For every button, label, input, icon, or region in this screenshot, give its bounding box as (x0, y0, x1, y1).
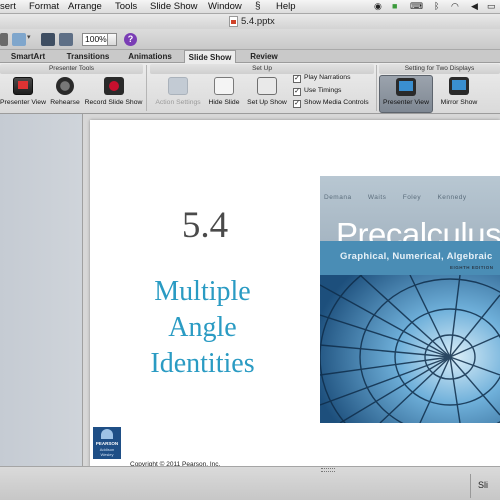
hide-slide-button[interactable]: Hide Slide (206, 77, 242, 106)
standard-toolbar (0, 29, 500, 50)
cover-author: Kennedy (437, 194, 467, 201)
menu-format[interactable]: Format (29, 1, 59, 12)
pptx-file-icon (229, 16, 238, 27)
slide-section-number[interactable]: 5.4 (178, 204, 232, 247)
group-two-displays-title: Setting for Two Displays (379, 64, 500, 74)
chevron-down-icon[interactable]: ▾ (27, 33, 35, 46)
group-divider (376, 65, 377, 111)
cover-authors: Demana Waits Foley Kennedy (320, 194, 500, 201)
save-icon[interactable] (41, 33, 55, 46)
rehearse-label: Rehearse (50, 99, 80, 106)
menu-bar: sert Format Arrange Tools Slide Show Win… (0, 0, 500, 14)
sound-icon[interactable]: ◀ (471, 1, 478, 12)
print-icon[interactable] (59, 33, 73, 46)
use-timings-checkbox[interactable]: ✓ Use Timings (293, 87, 341, 96)
slide-thumbnail-pane[interactable] (0, 114, 83, 466)
tab-smartart[interactable]: SmartArt (8, 50, 48, 63)
set-up-show-button[interactable]: Set Up Show (244, 77, 290, 106)
window-title-bar: 5.4.pptx (0, 14, 500, 29)
logo-mark (101, 429, 113, 439)
zoom-stepper[interactable] (108, 33, 117, 46)
view-label[interactable]: Sli (478, 480, 488, 490)
script-icon[interactable]: § (255, 1, 261, 12)
tab-animations[interactable]: Animations (124, 50, 176, 63)
toolbar-partial-icon[interactable] (0, 33, 8, 46)
group-divider (146, 65, 147, 111)
checkmark-icon: ✓ (293, 88, 301, 96)
window-title: 5.4.pptx (241, 16, 275, 27)
menu-window[interactable]: Window (208, 1, 242, 12)
menu-tools[interactable]: Tools (115, 1, 137, 12)
tab-slide-show[interactable]: Slide Show (184, 50, 236, 64)
show-media-controls-checkbox[interactable]: ✓ Show Media Controls (293, 99, 369, 108)
show-media-controls-label: Show Media Controls (304, 99, 369, 106)
cover-author: Waits (367, 194, 387, 201)
tab-review[interactable]: Review (244, 50, 284, 63)
action-settings-label: Action Settings (155, 99, 201, 106)
logo-sub-line: Wesley (100, 452, 114, 457)
stopwatch-icon (56, 77, 74, 95)
keyboard-icon[interactable]: ⌨ (410, 1, 423, 12)
slide-title[interactable]: Multiple Angle Identities (130, 274, 275, 382)
presenter-view-button[interactable]: Presenter View (0, 77, 46, 106)
menu-slide-show[interactable]: Slide Show (150, 1, 198, 12)
cover-edition: EIGHTH EDITION (450, 265, 494, 270)
action-settings-button[interactable]: Action Settings (152, 77, 204, 106)
slide-title-line: Angle (168, 312, 237, 343)
play-narrations-checkbox[interactable]: ✓ Play Narrations (293, 74, 350, 83)
mirror-display-icon (449, 77, 469, 95)
checkmark-icon: ✓ (293, 75, 301, 83)
presenter-view-display-label: Presenter View (383, 99, 429, 106)
status-divider (470, 474, 471, 498)
mirror-show-label: Mirror Show (440, 99, 478, 106)
group-presenter-tools-title: Presenter Tools (0, 64, 143, 74)
wifi-icon[interactable]: ◠ (451, 1, 459, 12)
menu-help[interactable]: Help (276, 1, 296, 12)
ribbon-panel: Presenter Tools Presenter View Rehearse … (0, 63, 500, 114)
evernote-icon[interactable]: ■ (392, 1, 397, 11)
hide-slide-icon (214, 77, 234, 95)
record-icon[interactable]: ◉ (374, 1, 382, 12)
cover-author: Foley (402, 194, 422, 201)
action-settings-icon (168, 77, 188, 95)
dual-display-icon (396, 78, 416, 96)
cover-subtitle: Graphical, Numerical, Algebraic (340, 251, 493, 262)
presenter-view-display-button[interactable]: Presenter View (379, 75, 433, 113)
dome-photo (320, 275, 500, 423)
record-icon (103, 77, 124, 95)
logo-sub: Addison Wesley (93, 447, 121, 457)
pane-resize-grip[interactable] (321, 468, 335, 472)
group-set-up-title: Set Up (150, 64, 374, 74)
mirror-show-button[interactable]: Mirror Show (436, 77, 482, 106)
checkmark-icon: ✓ (293, 100, 301, 108)
bluetooth-icon[interactable]: ᛒ (434, 1, 439, 11)
open-folder-icon[interactable] (12, 33, 26, 46)
menu-arrange[interactable]: Arrange (68, 1, 102, 12)
slide-title-line: Multiple (154, 276, 251, 307)
pearson-logo: PEARSON Addison Wesley (93, 427, 121, 459)
zoom-field[interactable]: 100% (82, 33, 108, 46)
ribbon-tab-bar: SmartArt Transitions Animations Slide Sh… (0, 50, 500, 64)
battery-icon[interactable]: ▭ (487, 1, 496, 12)
presenter-view-label: Presenter View (0, 99, 46, 106)
status-bar (0, 466, 500, 500)
play-narrations-label: Play Narrations (304, 74, 351, 81)
projector-screen-icon (257, 77, 277, 95)
logo-name: PEARSON (95, 441, 119, 446)
tab-transitions[interactable]: Transitions (62, 50, 114, 63)
slide-title-line: Identities (150, 348, 255, 379)
record-slide-show-label: Record Slide Show (84, 99, 143, 106)
record-slide-show-button[interactable]: Record Slide Show (84, 77, 143, 106)
menu-insert[interactable]: sert (0, 1, 16, 12)
cover-author: Demana (324, 194, 352, 201)
book-cover-image[interactable]: Demana Waits Foley Kennedy Precalculus G… (320, 176, 500, 423)
rehearse-button[interactable]: Rehearse (48, 77, 82, 106)
set-up-show-label: Set Up Show (247, 99, 287, 106)
presenter-view-icon (13, 77, 33, 95)
help-icon[interactable]: ? (124, 33, 137, 46)
hide-slide-label: Hide Slide (208, 99, 240, 106)
use-timings-label: Use Timings (304, 87, 342, 94)
